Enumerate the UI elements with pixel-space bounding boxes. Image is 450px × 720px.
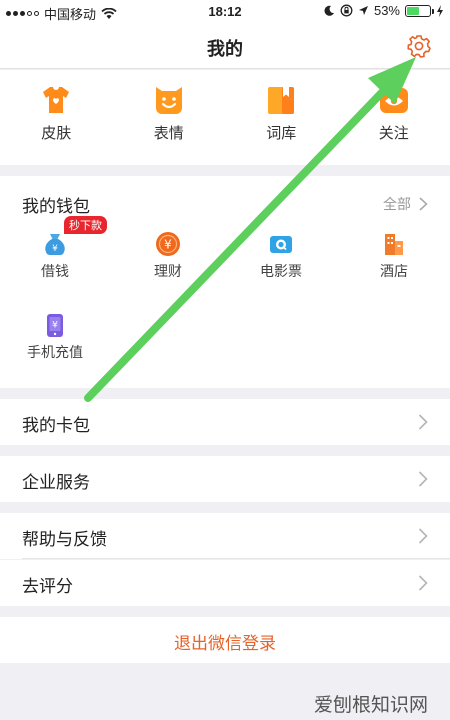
wallet-item-movie[interactable]: 电影票 (231, 231, 331, 281)
svg-text:¥: ¥ (164, 238, 172, 252)
wallet-item-label: 酒店 (380, 263, 408, 279)
menu-row-label: 我的卡包 (22, 416, 90, 435)
battery-level-fill (407, 6, 419, 15)
chevron-right-icon (418, 528, 428, 544)
movie-ticket-icon (270, 236, 292, 253)
wallet-all-label: 全部 (383, 196, 411, 212)
watermark: 爱刨根知识网 (313, 695, 428, 716)
lock-rotation-icon (340, 4, 353, 17)
menu-row-card-pack[interactable]: 我的卡包 (0, 399, 450, 445)
battery-percent: 53% (373, 3, 400, 18)
svg-text:¥: ¥ (52, 244, 58, 254)
moon-icon (324, 5, 334, 16)
wallet-item-label: 理财 (154, 263, 182, 279)
wallet-item-label: 电影票 (260, 263, 302, 279)
quick-action-emoji[interactable]: 表情 (113, 70, 226, 165)
book-icon (268, 87, 295, 114)
menu-row-rate[interactable]: 去评分 (0, 560, 450, 606)
status-right: 53% (323, 3, 444, 18)
logout-button[interactable]: 退出微信登录 (0, 617, 450, 663)
status-bar: 中国移动 18:12 53% (0, 0, 450, 24)
chevron-right-icon (419, 197, 428, 211)
quick-action-skin[interactable]: 皮肤 (0, 70, 113, 165)
svg-text:¥: ¥ (52, 321, 58, 331)
charging-icon (437, 4, 443, 17)
menu-row-help[interactable]: 帮助与反馈 (0, 513, 450, 559)
menu-row-label: 企业服务 (22, 473, 90, 492)
location-icon (358, 6, 368, 15)
hotel-icon (385, 234, 403, 255)
wallet-item-label: 手机充值 (27, 344, 83, 360)
yuan-coin-icon: ¥ (156, 232, 180, 256)
quick-action-label: 关注 (378, 125, 409, 142)
money-bag-icon: ¥ (45, 234, 65, 255)
chevron-right-icon (418, 575, 428, 591)
quick-action-dictionary[interactable]: 词库 (225, 70, 338, 165)
menu-row-label: 去评分 (22, 577, 73, 596)
wallet-item-label: 借钱 (41, 263, 69, 279)
quick-action-label: 词库 (266, 125, 297, 142)
tshirt-icon (43, 87, 70, 113)
nav-bar: 我的 (0, 24, 450, 69)
chevron-right-icon (418, 414, 428, 430)
wallet-section: 我的钱包 全部 ¥ 借钱 ¥ 理财 电影票 酒店 ¥ 手机充值 秒下款 (0, 176, 450, 388)
gear-icon[interactable] (406, 33, 432, 59)
divider (22, 558, 450, 559)
smile-icon (155, 87, 182, 114)
wallet-title: 我的钱包 (22, 197, 90, 216)
wallet-item-loan[interactable]: ¥ 借钱 (5, 231, 105, 281)
promo-badge: 秒下款 (64, 216, 107, 234)
chevron-right-icon (418, 471, 428, 487)
wallet-all-link[interactable]: 全部 (383, 194, 428, 214)
wallet-item-hotel[interactable]: 酒店 (344, 231, 444, 281)
eye-icon (379, 88, 408, 113)
logout-label: 退出微信登录 (174, 634, 276, 653)
battery-icon (405, 4, 434, 17)
wallet-item-recharge[interactable]: ¥ 手机充值 (5, 312, 105, 362)
quick-actions: 皮肤 表情 词库 关注 (0, 70, 450, 165)
wallet-item-finance[interactable]: ¥ 理财 (118, 231, 218, 281)
menu-row-enterprise[interactable]: 企业服务 (0, 456, 450, 502)
quick-action-label: 皮肤 (41, 125, 72, 142)
menu-row-label: 帮助与反馈 (22, 530, 107, 549)
phone-recharge-icon: ¥ (47, 314, 63, 337)
quick-action-follow[interactable]: 关注 (338, 70, 450, 165)
page-title: 我的 (207, 39, 243, 59)
quick-action-label: 表情 (153, 125, 184, 142)
